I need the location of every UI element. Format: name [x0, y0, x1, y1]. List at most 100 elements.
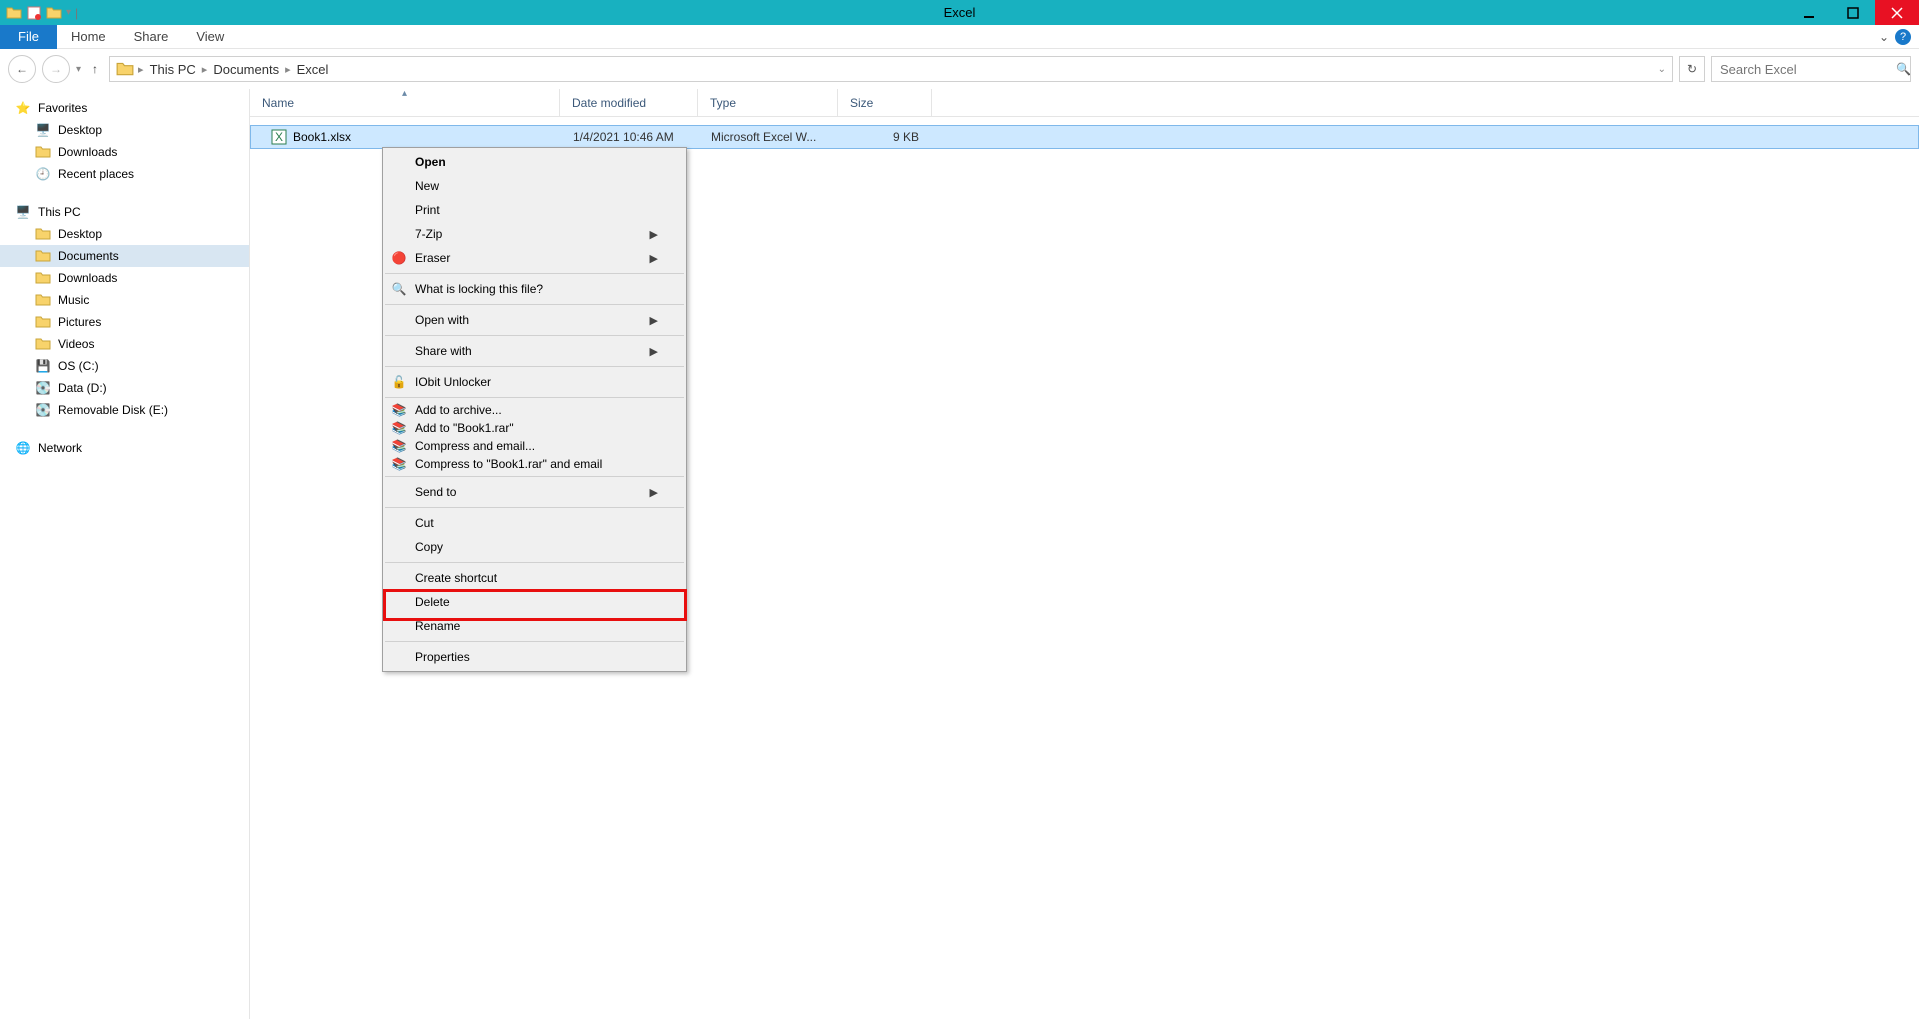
- ribbon: File Home Share View ⌄ ?: [0, 25, 1919, 49]
- qat-dropdown-icon[interactable]: ▾: [66, 7, 71, 18]
- ctx-open[interactable]: Open: [383, 150, 686, 174]
- ctx-add-archive[interactable]: 📚Add to archive...: [383, 401, 686, 419]
- column-label: Type: [710, 96, 736, 110]
- back-button[interactable]: ←: [8, 55, 36, 83]
- sidebar-item-downloads[interactable]: Downloads: [0, 141, 249, 163]
- sidebar-item-downloads[interactable]: Downloads: [0, 267, 249, 289]
- sidebar-item-data-d[interactable]: 💽Data (D:): [0, 377, 249, 399]
- ctx-print[interactable]: Print: [383, 198, 686, 222]
- tab-home[interactable]: Home: [57, 25, 120, 49]
- column-name[interactable]: ▴ Name: [250, 89, 560, 116]
- ctx-cut[interactable]: Cut: [383, 511, 686, 535]
- ctx-properties[interactable]: Properties: [383, 645, 686, 669]
- forward-button[interactable]: →: [42, 55, 70, 83]
- ctx-add-book-rar[interactable]: 📚Add to "Book1.rar": [383, 419, 686, 437]
- ctx-whatlocking[interactable]: 🔍What is locking this file?: [383, 277, 686, 301]
- ctx-7zip[interactable]: 7-Zip▶: [383, 222, 686, 246]
- sidebar-item-label: Desktop: [58, 227, 102, 241]
- file-row[interactable]: X Book1.xlsx 1/4/2021 10:46 AM Microsoft…: [250, 125, 1919, 149]
- minimize-button[interactable]: [1787, 0, 1831, 25]
- search-input[interactable]: [1720, 62, 1896, 77]
- sort-indicator-icon: ▴: [402, 88, 407, 99]
- ctx-sharewith[interactable]: Share with▶: [383, 339, 686, 363]
- column-type[interactable]: Type: [698, 89, 838, 116]
- ctx-compress-book-email[interactable]: 📚Compress to "Book1.rar" and email: [383, 455, 686, 473]
- winrar-icon: 📚: [391, 420, 407, 436]
- submenu-arrow-icon: ▶: [650, 252, 658, 265]
- sidebar-item-label: Documents: [58, 249, 119, 263]
- sidebar-thispc-heading[interactable]: 🖥️ This PC: [0, 201, 249, 223]
- computer-icon: 🖥️: [14, 203, 32, 221]
- breadcrumb[interactable]: Documents: [211, 62, 281, 77]
- history-dropdown-icon[interactable]: ▾: [76, 64, 81, 75]
- winrar-icon: 📚: [391, 438, 407, 454]
- tab-view[interactable]: View: [182, 25, 238, 49]
- up-button[interactable]: ↑: [87, 61, 103, 77]
- file-tab[interactable]: File: [0, 25, 57, 49]
- ribbon-collapse-icon[interactable]: ⌄: [1879, 30, 1889, 44]
- drive-icon: 💽: [34, 401, 52, 419]
- sidebar-heading-label: This PC: [38, 205, 81, 219]
- separator: [385, 273, 684, 274]
- column-date[interactable]: Date modified: [560, 89, 698, 116]
- ctx-label: IObit Unlocker: [415, 375, 491, 389]
- sidebar-item-label: Desktop: [58, 123, 102, 137]
- sidebar-network-heading[interactable]: 🌐 Network: [0, 437, 249, 459]
- ctx-copy[interactable]: Copy: [383, 535, 686, 559]
- ctx-label: Open with: [415, 313, 469, 327]
- ctx-delete[interactable]: Delete: [383, 590, 686, 614]
- new-folder-icon[interactable]: [26, 5, 42, 21]
- unlocker-icon: 🔓: [391, 374, 407, 390]
- chevron-right-icon[interactable]: ▸: [202, 63, 208, 76]
- ctx-label: 7-Zip: [415, 227, 442, 241]
- ctx-label: Send to: [415, 485, 456, 499]
- sidebar-item-desktop[interactable]: 🖥️Desktop: [0, 119, 249, 141]
- ctx-iobit[interactable]: 🔓 IObit Unlocker: [383, 370, 686, 394]
- address-dropdown-icon[interactable]: ⌄: [1658, 64, 1666, 75]
- sidebar-item-videos[interactable]: Videos: [0, 333, 249, 355]
- sidebar-item-os-c[interactable]: 💾OS (C:): [0, 355, 249, 377]
- column-size[interactable]: Size: [838, 89, 932, 116]
- sidebar-item-removable-e[interactable]: 💽Removable Disk (E:): [0, 399, 249, 421]
- folder-icon: [34, 247, 52, 265]
- ctx-compress-email[interactable]: 📚Compress and email...: [383, 437, 686, 455]
- separator: [385, 507, 684, 508]
- breadcrumb[interactable]: This PC: [148, 62, 198, 77]
- sidebar-item-music[interactable]: Music: [0, 289, 249, 311]
- sidebar-item-pictures[interactable]: Pictures: [0, 311, 249, 333]
- column-label: Name: [262, 96, 294, 110]
- ctx-label: Copy: [415, 540, 443, 554]
- refresh-button[interactable]: ↻: [1679, 56, 1705, 82]
- ctx-label: What is locking this file?: [415, 282, 543, 296]
- address-bar[interactable]: ▸ This PC ▸ Documents ▸ Excel ⌄: [109, 56, 1673, 82]
- ctx-rename[interactable]: Rename: [383, 614, 686, 638]
- sidebar-item-documents[interactable]: Documents: [0, 245, 249, 267]
- winrar-icon: 📚: [391, 456, 407, 472]
- file-type: Microsoft Excel W...: [699, 130, 839, 144]
- maximize-button[interactable]: [1831, 0, 1875, 25]
- sidebar-favorites-heading[interactable]: ⭐ Favorites: [0, 97, 249, 119]
- sidebar-item-desktop[interactable]: Desktop: [0, 223, 249, 245]
- properties-icon[interactable]: [46, 5, 62, 21]
- ctx-new[interactable]: New: [383, 174, 686, 198]
- breadcrumb[interactable]: Excel: [295, 62, 331, 77]
- chevron-right-icon[interactable]: ▸: [285, 63, 291, 76]
- folder-icon: [34, 313, 52, 331]
- close-button[interactable]: [1875, 0, 1919, 25]
- column-label: Date modified: [572, 96, 646, 110]
- ctx-label: Rename: [415, 619, 460, 633]
- ctx-eraser[interactable]: 🔴Eraser▶: [383, 246, 686, 270]
- ctx-label: Create shortcut: [415, 571, 497, 585]
- recent-icon: 🕘: [34, 165, 52, 183]
- svg-text:X: X: [275, 130, 283, 144]
- tab-share[interactable]: Share: [120, 25, 183, 49]
- window-title: Excel: [944, 5, 976, 20]
- ctx-openwith[interactable]: Open with▶: [383, 308, 686, 332]
- ctx-sendto[interactable]: Send to▶: [383, 480, 686, 504]
- help-icon[interactable]: ?: [1895, 29, 1911, 45]
- file-date: 1/4/2021 10:46 AM: [561, 130, 699, 144]
- chevron-right-icon[interactable]: ▸: [138, 63, 144, 76]
- search-box[interactable]: 🔍: [1711, 56, 1911, 82]
- sidebar-item-recent[interactable]: 🕘Recent places: [0, 163, 249, 185]
- ctx-create-shortcut[interactable]: Create shortcut: [383, 566, 686, 590]
